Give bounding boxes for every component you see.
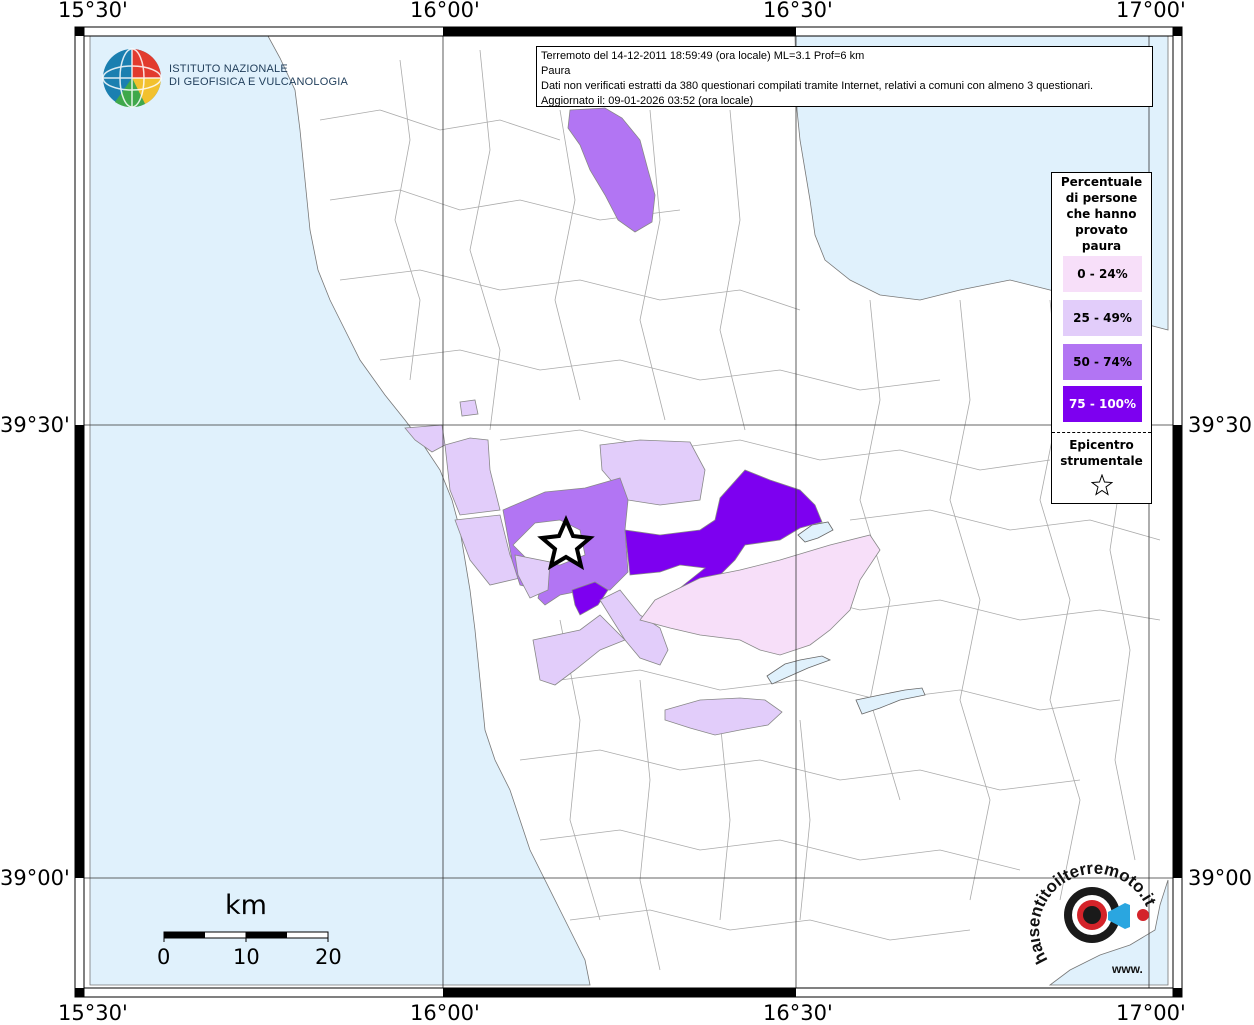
scale-tick: 0	[157, 945, 171, 969]
legend-title-line: provato	[1075, 223, 1128, 237]
legend-title-line: paura	[1081, 239, 1122, 253]
legend-title: Percentuale di persone che hanno provato…	[1052, 174, 1151, 254]
legend-item-0-24: 0 - 24%	[1063, 256, 1142, 292]
lat-label-left: 39°00'	[0, 866, 70, 890]
lon-label-top: 15°30'	[58, 0, 128, 22]
svg-text:haisentitoilterremoto.it: haisentitoilterremoto.it	[1030, 859, 1160, 968]
lon-label-bottom: 16°30'	[763, 1001, 833, 1025]
ingv-logo-text: ISTITUTO NAZIONALE DI GEOFISICA E VULCAN…	[169, 63, 348, 89]
logo-line-1: ISTITUTO NAZIONALE	[169, 63, 288, 75]
lon-label-top: 16°30'	[763, 0, 833, 22]
data-note: Dati non verificati estratti da 380 ques…	[541, 80, 1094, 92]
legend-epicenter-line: Epicentro	[1069, 438, 1134, 452]
lon-label-top: 16°00'	[410, 0, 480, 22]
legend-title-line: che hanno	[1066, 207, 1137, 221]
lon-label-top: 17°00'	[1116, 0, 1186, 22]
legend-title-line: di persone	[1065, 191, 1138, 205]
legend-item-75-100: 75 - 100%	[1063, 386, 1142, 422]
ingv-logo-icon	[102, 48, 162, 108]
legend-item-25-49: 25 - 49%	[1063, 300, 1142, 336]
legend-epicenter-label: Epicentro strumentale	[1052, 437, 1151, 469]
legend-divider	[1052, 432, 1151, 433]
update-time: Aggiornato il: 09-01-2026 03:52 (ora loc…	[541, 95, 754, 107]
scale-unit: km	[225, 890, 267, 921]
lat-label-right: 39°00'	[1188, 866, 1254, 890]
legend-item-50-74: 50 - 74%	[1063, 344, 1142, 380]
badge-url: www.	[1111, 962, 1143, 976]
lat-label-right: 39°30'	[1188, 413, 1254, 437]
event-title: Terremoto del 14-12-2011 18:59:49 (ora l…	[541, 50, 865, 62]
legend: Percentuale di persone che hanno provato…	[1051, 172, 1152, 504]
lon-label-bottom: 15°30'	[58, 1001, 128, 1025]
legend-star-icon	[1091, 474, 1113, 496]
lat-label-left: 39°30'	[0, 413, 70, 437]
map-subject: Paura	[541, 65, 571, 77]
lon-label-bottom: 17°00'	[1116, 1001, 1186, 1025]
badge-text: haisentitoilterremoto.it	[1030, 859, 1160, 968]
event-info-box: Terremoto del 14-12-2011 18:59:49 (ora l…	[536, 46, 1153, 107]
logo-line-2: DI GEOFISICA E VULCANOLOGIA	[169, 76, 348, 88]
legend-epicenter-line: strumentale	[1060, 454, 1143, 468]
scale-tick: 20	[315, 945, 342, 969]
lon-label-bottom: 16°00'	[410, 1001, 480, 1025]
scale-tick: 10	[233, 945, 260, 969]
legend-title-line: Percentuale	[1060, 175, 1143, 189]
haisentito-badge-text: haisentitoilterremoto.it www.	[1030, 859, 1160, 976]
